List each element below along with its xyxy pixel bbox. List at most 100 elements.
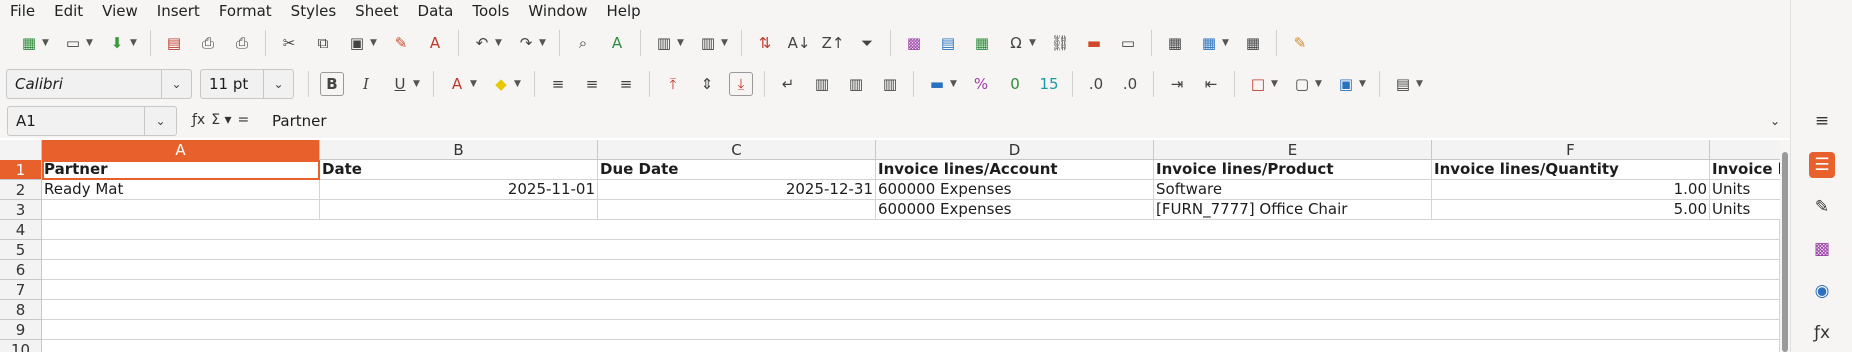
undo-dropdown-icon[interactable]: ▼: [495, 38, 505, 48]
cell-d3[interactable]: 600000 Expenses: [876, 200, 1154, 220]
new-spreadsheet-icon[interactable]: ▦: [17, 31, 41, 55]
font-size-dropdown-icon[interactable]: ⌄: [263, 70, 293, 98]
empty-row[interactable]: [42, 340, 1780, 352]
border-style-icon[interactable]: ▢: [1290, 72, 1314, 96]
row-header-5[interactable]: 5: [0, 240, 42, 260]
decrease-indent-icon[interactable]: ⇤: [1199, 72, 1223, 96]
cell-b3[interactable]: [320, 200, 598, 220]
menu-styles[interactable]: Styles: [291, 2, 337, 20]
expand-formula-bar-icon[interactable]: ⌄: [1770, 114, 1780, 128]
spelling-icon[interactable]: A: [605, 31, 629, 55]
cell-c2[interactable]: 2025-12-31: [598, 180, 876, 200]
cell-a1[interactable]: Partner: [42, 160, 320, 180]
conditional-format-dropdown-icon[interactable]: ▼: [1416, 79, 1426, 89]
comment-icon[interactable]: ▬: [1082, 31, 1106, 55]
menu-window[interactable]: Window: [528, 2, 587, 20]
underline-dropdown-icon[interactable]: ▼: [413, 79, 423, 89]
row-header-3[interactable]: 3: [0, 200, 42, 220]
row-dropdown-icon[interactable]: ▼: [677, 38, 687, 48]
vertical-scrollbar[interactable]: [1780, 140, 1790, 352]
name-box[interactable]: A1 ⌄: [7, 106, 177, 136]
cell-f2[interactable]: 1.00: [1432, 180, 1710, 200]
cell-g1[interactable]: Invoice lines/Uo: [1710, 160, 1780, 180]
draw-functions-icon[interactable]: ✎: [1288, 31, 1312, 55]
empty-row[interactable]: [42, 240, 1780, 260]
formula-input[interactable]: Partner: [272, 108, 1772, 134]
cell-b2[interactable]: 2025-11-01: [320, 180, 598, 200]
empty-row[interactable]: [42, 260, 1780, 280]
freeze-dropdown-icon[interactable]: ▼: [1222, 38, 1232, 48]
sort-descending-icon[interactable]: Z↑: [821, 31, 845, 55]
menu-data[interactable]: Data: [418, 2, 454, 20]
navigator-icon[interactable]: ◉: [1809, 278, 1835, 304]
borders-icon[interactable]: □: [1246, 72, 1270, 96]
cell-d2[interactable]: 600000 Expenses: [876, 180, 1154, 200]
sum-icon[interactable]: Σ ▾: [211, 112, 231, 128]
redo-dropdown-icon[interactable]: ▼: [539, 38, 549, 48]
define-print-area-icon[interactable]: ▦: [1163, 31, 1187, 55]
row-header-10[interactable]: 10: [0, 340, 42, 352]
print-preview-icon[interactable]: ⎙: [230, 31, 254, 55]
undo-icon[interactable]: ↶: [470, 31, 494, 55]
special-character-icon[interactable]: Ω: [1004, 31, 1028, 55]
menu-tools[interactable]: Tools: [472, 2, 509, 20]
align-left-icon[interactable]: ≡: [546, 72, 570, 96]
special-character-dropdown-icon[interactable]: ▼: [1029, 38, 1039, 48]
unmerge-cells-icon[interactable]: ▥: [878, 72, 902, 96]
italic-icon[interactable]: I: [354, 72, 378, 96]
autofilter-icon[interactable]: ⏷: [855, 31, 879, 55]
row-header-2[interactable]: 2: [0, 180, 42, 200]
properties-icon[interactable]: ☰: [1809, 152, 1835, 178]
sidebar-menu-icon[interactable]: ≡: [1809, 108, 1835, 134]
add-decimal-icon[interactable]: .0: [1084, 72, 1108, 96]
row-header-1[interactable]: 1: [0, 160, 42, 180]
clear-formatting-icon[interactable]: A: [423, 31, 447, 55]
borders-dropdown-icon[interactable]: ▼: [1271, 79, 1281, 89]
export-pdf-icon[interactable]: ▤: [162, 31, 186, 55]
empty-row[interactable]: [42, 220, 1780, 240]
align-top-icon[interactable]: ⤒: [661, 72, 685, 96]
pivot-table-icon[interactable]: ▦: [970, 31, 994, 55]
select-all-corner[interactable]: [0, 140, 42, 160]
cell-g3[interactable]: Units: [1710, 200, 1780, 220]
split-window-icon[interactable]: ▦: [1241, 31, 1265, 55]
font-name-box[interactable]: Calibri ⌄: [6, 69, 192, 99]
currency-icon[interactable]: ▬: [925, 72, 949, 96]
empty-row[interactable]: [42, 280, 1780, 300]
menu-insert[interactable]: Insert: [157, 2, 200, 20]
formula-icon[interactable]: =: [238, 112, 250, 128]
cell-e1[interactable]: Invoice lines/Product: [1154, 160, 1432, 180]
hyperlink-icon[interactable]: ⛓: [1048, 31, 1072, 55]
bold-icon[interactable]: B: [320, 72, 344, 96]
scrollbar-thumb[interactable]: [1782, 152, 1788, 352]
row-header-6[interactable]: 6: [0, 260, 42, 280]
currency-dropdown-icon[interactable]: ▼: [950, 79, 960, 89]
spreadsheet-grid[interactable]: A B C D E F 1 2 3 4 5 6 7 8 9 10 Partner…: [0, 140, 1780, 352]
row-header-8[interactable]: 8: [0, 300, 42, 320]
border-style-dropdown-icon[interactable]: ▼: [1315, 79, 1325, 89]
cell-d1[interactable]: Invoice lines/Account: [876, 160, 1154, 180]
column-header-b[interactable]: B: [320, 140, 598, 160]
border-color-icon[interactable]: ▣: [1334, 72, 1358, 96]
merge-cells-icon[interactable]: ▥: [844, 72, 868, 96]
cell-f3[interactable]: 5.00: [1432, 200, 1710, 220]
cell-f1[interactable]: Invoice lines/Quantity: [1432, 160, 1710, 180]
insert-image-icon[interactable]: ▩: [902, 31, 926, 55]
paste-dropdown-icon[interactable]: ▼: [370, 38, 380, 48]
sort-icon[interactable]: ⇅: [753, 31, 777, 55]
underline-icon[interactable]: U: [388, 72, 412, 96]
column-header-d[interactable]: D: [876, 140, 1154, 160]
number-format-icon[interactable]: 0: [1003, 72, 1027, 96]
empty-row[interactable]: [42, 300, 1780, 320]
menu-edit[interactable]: Edit: [54, 2, 83, 20]
cut-icon[interactable]: ✂: [277, 31, 301, 55]
open-icon[interactable]: ▭: [61, 31, 85, 55]
font-size-box[interactable]: 11 pt ⌄: [200, 69, 294, 99]
cell-g2[interactable]: Units: [1710, 180, 1780, 200]
cell-c1[interactable]: Due Date: [598, 160, 876, 180]
merge-center-icon[interactable]: ▥: [810, 72, 834, 96]
name-box-dropdown-icon[interactable]: ⌄: [144, 107, 176, 135]
row-header-4[interactable]: 4: [0, 220, 42, 240]
align-bottom-icon[interactable]: ⤓: [729, 72, 753, 96]
highlight-dropdown-icon[interactable]: ▼: [514, 79, 524, 89]
